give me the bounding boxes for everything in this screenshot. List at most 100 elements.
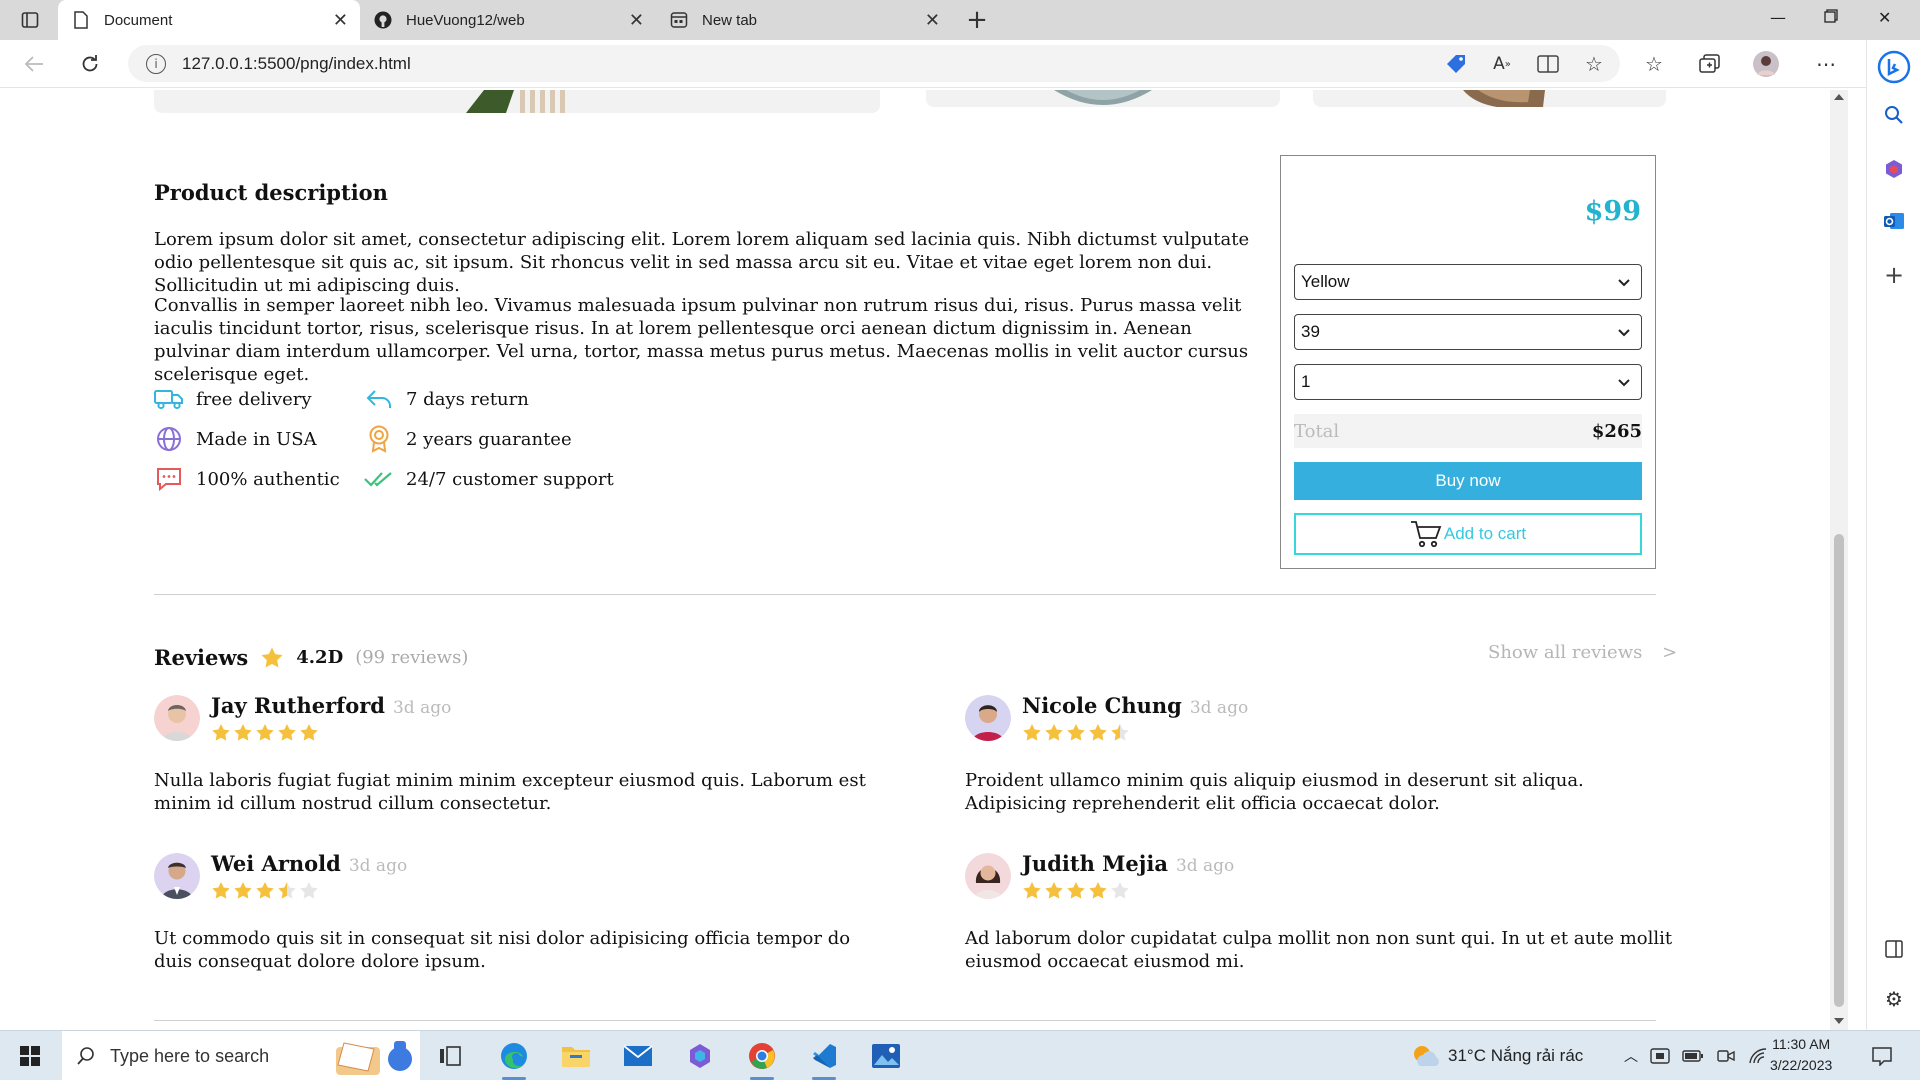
address-bar[interactable]: i 127.0.0.1:5500/png/index.html bbox=[128, 45, 1620, 82]
product-image-thumb-2[interactable] bbox=[1313, 90, 1666, 107]
star-icon bbox=[1045, 882, 1063, 899]
file-explorer-icon[interactable] bbox=[556, 1038, 596, 1074]
star-icon bbox=[278, 882, 296, 899]
reload-icon[interactable] bbox=[76, 50, 104, 78]
site-info-icon[interactable]: i bbox=[146, 53, 166, 74]
close-tab-icon[interactable]: ✕ bbox=[629, 10, 644, 31]
read-aloud-icon[interactable]: A» bbox=[1488, 50, 1516, 78]
immersive-reader-icon[interactable] bbox=[1534, 50, 1562, 78]
scroll-down-arrow-icon[interactable] bbox=[1834, 1018, 1844, 1024]
search-placeholder: Type here to search bbox=[110, 1045, 270, 1066]
color-select-value: Yellow bbox=[1301, 272, 1350, 291]
feature-guarantee: 2 years guarantee bbox=[364, 425, 572, 453]
feature-label: Made in USA bbox=[196, 428, 317, 450]
product-image-thumb-1[interactable] bbox=[926, 90, 1280, 107]
size-select[interactable]: 39 bbox=[1294, 314, 1642, 350]
coupon-tag-icon[interactable] bbox=[1442, 50, 1470, 78]
color-select[interactable]: Yellow bbox=[1294, 264, 1642, 300]
taskbar-search-box[interactable]: Type here to search bbox=[62, 1031, 420, 1081]
buy-now-button[interactable]: Buy now bbox=[1294, 462, 1642, 500]
feature-return: 7 days return bbox=[364, 386, 529, 412]
favorites-icon[interactable]: ☆ bbox=[1640, 50, 1668, 78]
total-row: Total $265 bbox=[1294, 414, 1642, 448]
chevron-right-icon: > bbox=[1662, 642, 1678, 663]
mail-icon[interactable] bbox=[618, 1038, 658, 1074]
meet-now-icon[interactable] bbox=[1650, 1047, 1670, 1065]
rating-score: 4.2D bbox=[296, 647, 344, 668]
quantity-select[interactable]: 1 bbox=[1294, 364, 1642, 400]
bing-chat-icon[interactable] bbox=[1877, 50, 1911, 84]
notification-center-icon[interactable] bbox=[1862, 1038, 1902, 1074]
tab-github[interactable]: HueVuong12/web ✕ bbox=[360, 0, 656, 40]
price-label: $99 bbox=[1584, 196, 1641, 227]
quantity-select-value: 1 bbox=[1301, 372, 1311, 391]
windows-start-icon[interactable] bbox=[10, 1038, 50, 1074]
star-icon bbox=[1045, 724, 1063, 741]
star-icon bbox=[212, 724, 230, 741]
edge-taskbar-icon[interactable] bbox=[494, 1038, 534, 1080]
vscode-icon[interactable] bbox=[804, 1038, 844, 1080]
tab-document[interactable]: Document ✕ bbox=[58, 0, 360, 40]
scrollbar-thumb[interactable] bbox=[1834, 534, 1844, 1007]
add-favorite-icon[interactable]: ☆ bbox=[1580, 50, 1608, 78]
newtab-icon bbox=[670, 11, 688, 29]
system-tray-icons[interactable]: ︿ bbox=[1624, 1031, 1768, 1081]
more-menu-icon[interactable]: ⋯ bbox=[1812, 50, 1840, 78]
tab-newtab[interactable]: New tab ✕ bbox=[656, 0, 952, 40]
award-icon bbox=[364, 425, 394, 453]
feature-support: 24/7 customer support bbox=[364, 466, 614, 492]
photos-icon[interactable] bbox=[866, 1038, 906, 1074]
star-icon bbox=[212, 882, 230, 899]
product-description-title: Product description bbox=[154, 180, 388, 205]
double-check-icon bbox=[364, 466, 394, 492]
star-icon bbox=[300, 882, 318, 899]
scroll-up-arrow-icon[interactable] bbox=[1834, 94, 1844, 100]
close-tab-icon[interactable]: ✕ bbox=[333, 10, 348, 31]
restore-icon[interactable] bbox=[1824, 8, 1838, 27]
review-text: Ut commodo quis sit in consequat sit nis… bbox=[154, 928, 851, 972]
page-scrollbar[interactable] bbox=[1830, 90, 1848, 1030]
star-icon bbox=[1023, 882, 1041, 899]
wifi-icon[interactable] bbox=[1748, 1047, 1768, 1065]
weather-widget[interactable]: 31°C Nắng rải rác bbox=[1410, 1031, 1583, 1081]
new-tab-plus-icon[interactable]: + bbox=[963, 5, 991, 35]
search-icon[interactable] bbox=[1881, 102, 1907, 128]
star-icon bbox=[300, 724, 318, 741]
close-tab-icon[interactable]: ✕ bbox=[925, 10, 940, 31]
task-view-icon[interactable] bbox=[430, 1038, 470, 1074]
reviews-title: Reviews bbox=[154, 645, 249, 670]
back-arrow-icon[interactable] bbox=[20, 50, 48, 78]
chrome-icon[interactable] bbox=[742, 1038, 782, 1080]
office-icon[interactable] bbox=[1881, 156, 1907, 182]
globe-icon bbox=[154, 426, 184, 452]
feature-label: free delivery bbox=[196, 388, 312, 410]
add-to-cart-button[interactable]: Add to cart bbox=[1294, 513, 1642, 555]
taskbar-clock[interactable]: 11:30 AM 3/22/2023 bbox=[1770, 1034, 1832, 1076]
product-image-main[interactable] bbox=[154, 90, 880, 113]
product-page: Product description Lorem ipsum dolor si… bbox=[0, 90, 1828, 1030]
settings-gear-icon[interactable]: ⚙ bbox=[1881, 986, 1907, 1012]
video-camera-icon[interactable] bbox=[1716, 1047, 1736, 1065]
split-screen-icon[interactable] bbox=[1881, 936, 1907, 962]
show-all-reviews-link[interactable]: Show all reviews > bbox=[1488, 642, 1677, 663]
tab-actions-icon[interactable] bbox=[16, 6, 44, 34]
outlook-icon[interactable] bbox=[1881, 208, 1907, 234]
chevron-down-icon bbox=[1618, 329, 1630, 337]
windows-taskbar: Type here to search 31°C Nắng rải rác ︿ … bbox=[0, 1030, 1920, 1081]
rating-stars bbox=[1022, 881, 1132, 901]
minimize-icon[interactable]: — bbox=[1770, 8, 1786, 27]
battery-icon[interactable] bbox=[1682, 1049, 1704, 1063]
add-sidebar-app-icon[interactable]: + bbox=[1881, 261, 1907, 289]
show-hidden-icons-chevron-icon[interactable]: ︿ bbox=[1624, 1046, 1638, 1066]
copilot-app-icon[interactable] bbox=[680, 1038, 720, 1074]
reviewer-name: Jay Rutherford 3d ago bbox=[211, 693, 452, 718]
review-age: 3d ago bbox=[1175, 856, 1235, 876]
close-window-icon[interactable]: ✕ bbox=[1878, 8, 1891, 27]
star-icon bbox=[1089, 724, 1107, 741]
weather-sun-cloud-icon bbox=[1414, 1046, 1439, 1066]
collections-icon[interactable] bbox=[1696, 50, 1724, 78]
tab-label: HueVuong12/web bbox=[406, 11, 525, 29]
profile-avatar[interactable] bbox=[1752, 50, 1780, 78]
edge-sidebar: + ⚙ bbox=[1866, 40, 1920, 1030]
chevron-down-icon bbox=[1618, 379, 1630, 387]
